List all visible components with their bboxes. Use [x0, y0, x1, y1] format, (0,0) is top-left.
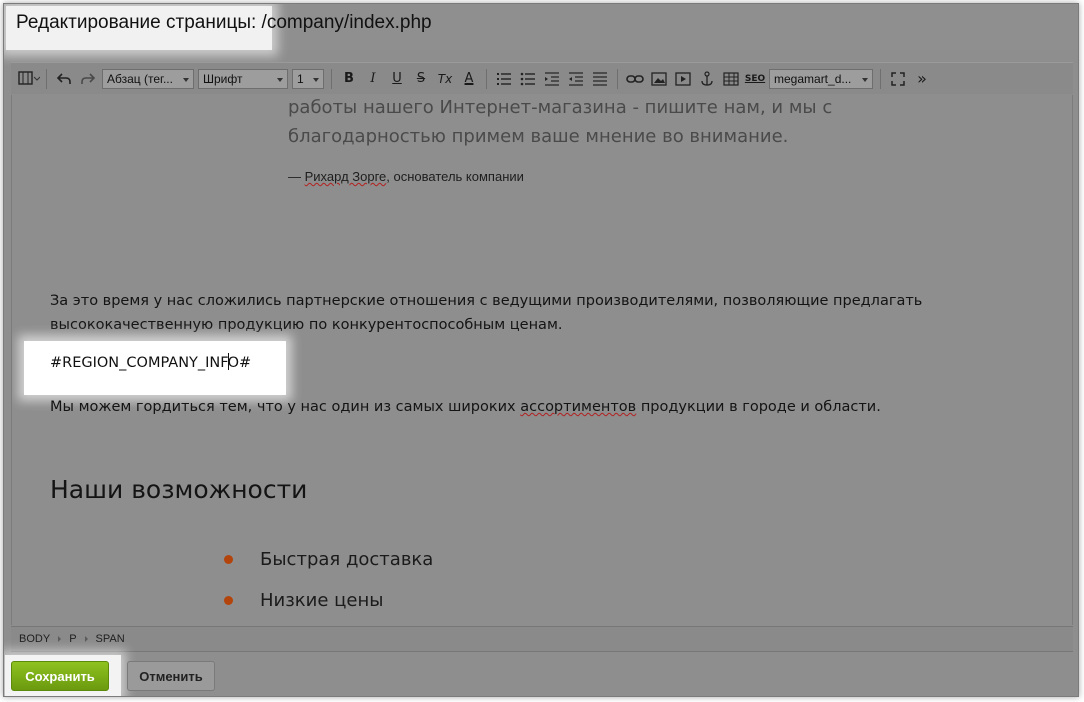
- chevron-right-icon: [58, 636, 62, 642]
- path-crumb-label: P: [69, 633, 77, 645]
- list-item-label: Быстрая доставка: [260, 549, 434, 570]
- quote-author: — Рихард Зорге, основатель компании: [288, 169, 524, 184]
- italic-icon[interactable]: I: [362, 68, 384, 90]
- clear-format-icon[interactable]: Tx: [434, 68, 456, 90]
- undo-icon[interactable]: [53, 68, 75, 90]
- quote-text: работы нашего Интернет-магазина - пишите…: [288, 97, 833, 147]
- editor-toolbar: Абзац (тег... Шрифт 1 B I U S Tx A SEO m…: [11, 62, 1073, 94]
- paragraph-assortment-word: ассортиментов: [520, 399, 637, 415]
- table-icon[interactable]: [720, 68, 742, 90]
- dialog-footer: Сохранить Отменить: [4, 653, 1078, 696]
- quote-author-dash: —: [288, 169, 305, 184]
- toolbar-separator: [617, 68, 618, 89]
- save-button[interactable]: Сохранить: [11, 661, 109, 691]
- list-item: Быстрая доставка: [220, 549, 433, 590]
- paragraph-partners: За это время у нас сложились партнерские…: [50, 293, 923, 333]
- cancel-button[interactable]: Отменить: [127, 661, 215, 691]
- path-crumb-label: SPAN: [95, 633, 125, 645]
- toolbar-separator: [46, 68, 47, 89]
- align-icon[interactable]: [589, 68, 611, 90]
- toolbar-separator: [486, 68, 487, 89]
- bold-icon[interactable]: B: [338, 68, 360, 90]
- more-icon[interactable]: »: [911, 68, 933, 90]
- outdent-icon[interactable]: [541, 68, 563, 90]
- list-item: Низкие цены: [220, 590, 433, 625]
- editor-content-area[interactable]: работы нашего Интернет-магазина - пишите…: [11, 95, 1073, 625]
- view-mode-icon[interactable]: [18, 68, 40, 90]
- font-size-select[interactable]: 1: [292, 68, 324, 89]
- element-path-bar: BODY P SPAN: [11, 626, 1073, 652]
- unordered-list-icon[interactable]: [517, 68, 539, 90]
- font-family-select[interactable]: Шрифт: [198, 68, 288, 89]
- paragraph-style-select[interactable]: Абзац (тег...: [102, 68, 194, 89]
- paragraph-assortment-b: продукции в городе и области.: [636, 399, 881, 415]
- list-item-label: Низкие цены: [260, 590, 384, 611]
- link-icon[interactable]: [624, 68, 646, 90]
- quote-author-name: Рихард Зорге: [304, 169, 387, 184]
- video-icon[interactable]: [672, 68, 694, 90]
- image-icon[interactable]: [648, 68, 670, 90]
- path-crumb-label: BODY: [19, 633, 51, 645]
- ordered-list-icon[interactable]: [493, 68, 515, 90]
- path-crumb-body[interactable]: BODY: [19, 633, 62, 645]
- strikethrough-icon[interactable]: S: [410, 68, 432, 90]
- seo-icon[interactable]: SEO: [744, 68, 766, 90]
- template-select[interactable]: megamart_d...: [769, 68, 873, 89]
- bullet-icon: [224, 555, 233, 564]
- bullet-icon: [224, 596, 233, 605]
- toolbar-separator: [331, 68, 332, 89]
- fullscreen-icon[interactable]: [887, 68, 909, 90]
- dialog-title-bar[interactable]: Редактирование страницы: /company/index.…: [4, 4, 1078, 50]
- region-macro-text-b: O#: [227, 355, 252, 371]
- features-list: Быстрая доставка Низкие цены: [220, 549, 433, 625]
- section-heading: Наши возможности: [50, 475, 308, 504]
- path-crumb-span[interactable]: SPAN: [96, 633, 125, 645]
- dialog-title: Редактирование страницы: /company/index.…: [16, 12, 432, 33]
- paragraph-assortment-a: Мы можем гордиться тем, что у нас один и…: [50, 399, 521, 415]
- region-macro-text-a: #REGION_COMPANY_INF: [50, 355, 229, 371]
- toolbar-separator: [880, 68, 881, 89]
- chevron-right-icon: [84, 636, 88, 642]
- indent-icon[interactable]: [565, 68, 587, 90]
- path-crumb-p[interactable]: P: [69, 633, 88, 645]
- underline-icon[interactable]: U: [386, 68, 408, 90]
- redo-icon[interactable]: [77, 68, 99, 90]
- region-company-info-macro[interactable]: #REGION_COMPANY_INFO#: [50, 353, 251, 371]
- anchor-icon[interactable]: [696, 68, 718, 90]
- quote-author-role: , основатель компании: [386, 169, 524, 184]
- paragraph-assortment: Мы можем гордиться тем, что у нас один и…: [50, 395, 1060, 419]
- edit-page-dialog: Редактирование страницы: /company/index.…: [3, 3, 1079, 697]
- font-color-icon[interactable]: A: [458, 68, 480, 90]
